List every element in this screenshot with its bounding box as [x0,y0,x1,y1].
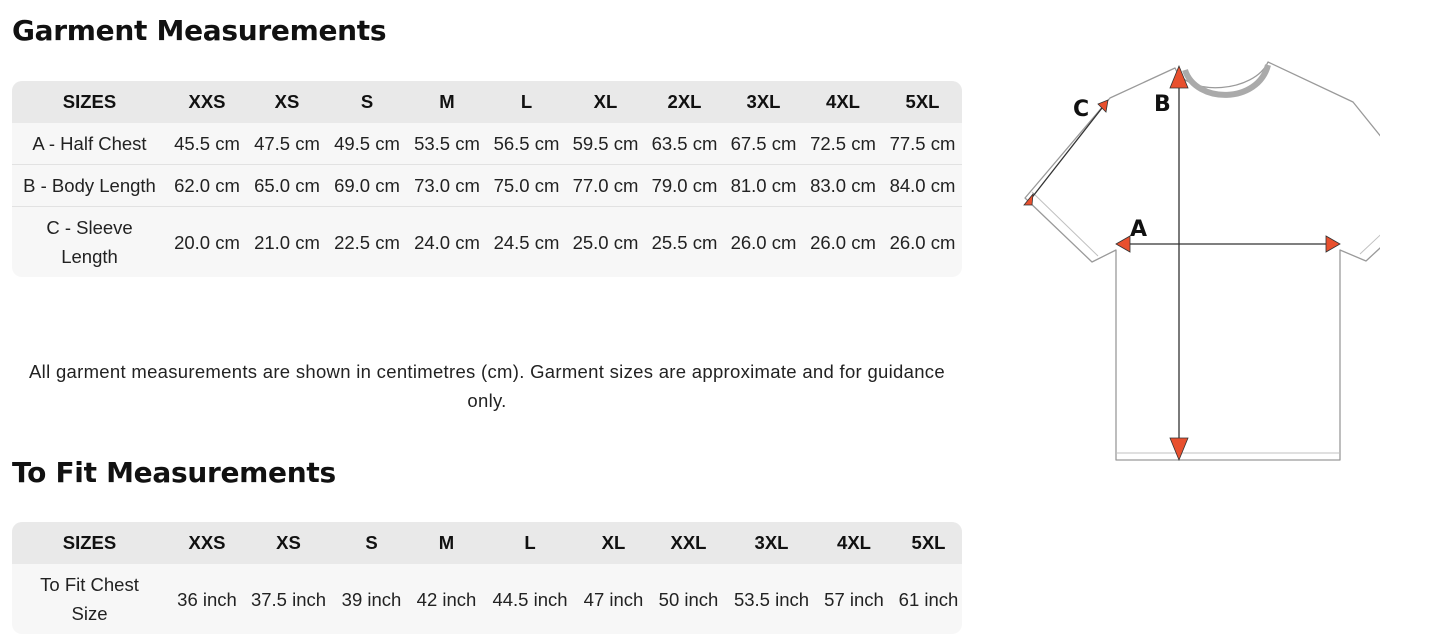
measurement-cell: 84.0 cm [883,164,962,206]
measurement-cell: 47 inch [583,588,644,610]
size-header: 4XL [803,81,883,123]
measurement-cell: 21.0 cm [247,206,327,277]
measurement-cell: 25.5 cm [645,206,724,277]
size-header: XL [566,81,645,123]
measurement-cell: 26.0 cm [883,206,962,277]
measurement-cell: 24.5 cm [487,206,566,277]
measurement-cell: 53.5 cm [414,133,480,154]
measurement-cell: 20.0 cm [167,206,247,277]
measurement-cell: 75.0 cm [487,164,566,206]
measurement-cell: 26.0 cm [803,206,883,277]
table-row: A - Half Chest 45.5 cm 47.5 cm 49.5 cm 53.5 … [12,123,962,164]
measurement-cell: 45.5 cm [174,133,240,154]
table-row: B - Body Length 62.0 cm 65.0 cm 69.0 cm 73.0… [12,164,962,206]
measurement-cell: 73.0 cm [407,164,487,206]
size-header: XXS [167,81,247,123]
size-header: M [407,81,487,123]
size-header: XXS [167,522,247,564]
size-header: 2XL [645,81,724,123]
size-header: XS [247,81,327,123]
row-label: A - Half Chest [32,133,147,154]
measurement-cell: 47.5 cm [254,133,320,154]
diagram-label-c: C [1073,97,1089,122]
measurement-cell: 39 inch [341,588,402,610]
measurement-cell: 24.0 cm [407,206,487,277]
table-row: To Fit Chest Size 36 inch 37.5 inch 39 inch… [12,564,962,634]
tshirt-measurement-diagram: C B A [1023,61,1380,462]
size-header: XL [580,522,647,564]
size-header: S [330,522,413,564]
measurement-cell: 83.0 cm [803,164,883,206]
measurement-cell: 53.5 inch [733,588,810,610]
size-header: 5XL [895,522,962,564]
measurement-cell: 59.5 cm [572,133,639,154]
table-row: C - Sleeve Length 20.0 cm 21.0 cm 22.5 cm 24… [12,206,962,277]
measurement-cell: 57 inch [824,588,884,610]
size-header: S [327,81,407,123]
measurement-cell: 72.5 cm [810,133,876,154]
measurement-cell: 50 inch [658,588,719,610]
size-header: M [413,522,480,564]
size-header: 3XL [724,81,803,123]
fit-header-row: SIZES XXS XS S M L XL XXL 3XL 4XL 5XL [12,522,962,564]
diagram-label-a: A [1130,217,1147,242]
measurement-cell: 61 inch [898,588,959,610]
to-fit-measurements-table: SIZES XXS XS S M L XL XXL 3XL 4XL 5XL To Fit Chest… [12,522,962,634]
measurement-cell: 25.0 cm [566,206,645,277]
row-label: B - Body Length [12,164,167,206]
measurement-cell: 36 inch [177,588,237,610]
size-header: 5XL [883,81,962,123]
size-header: 3XL [730,522,813,564]
measurement-cell: 69.0 cm [327,164,407,206]
measurement-cell: 81.0 cm [724,164,803,206]
measurement-cell: 62.0 cm [167,164,247,206]
measurement-cell: 65.0 cm [247,164,327,206]
size-header: XS [247,522,330,564]
measurement-cell: 63.5 cm [651,133,718,154]
measurement-cell: 26.0 cm [724,206,803,277]
row-label: C - Sleeve Length [12,206,167,277]
garment-measurements-title: Garment Measurements [12,14,387,47]
size-header: L [487,81,566,123]
sizes-header: SIZES [12,81,167,123]
measurement-cell: 37.5 inch [250,588,327,610]
size-header: 4XL [813,522,895,564]
measurement-cell: 67.5 cm [730,133,797,154]
measurement-cell: 22.5 cm [327,206,407,277]
measurement-cell: 56.5 cm [493,133,560,154]
to-fit-measurements-title: To Fit Measurements [12,456,336,489]
diagram-label-b: B [1154,92,1171,117]
garment-header-row: SIZES XXS XS S M L XL 2XL 3XL 4XL 5XL [12,81,962,123]
measurement-cell: 77.5 cm [889,133,956,154]
measurement-cell: 49.5 cm [334,133,400,154]
row-label: To Fit Chest Size [40,574,139,624]
sizes-header: SIZES [12,522,167,564]
measurement-cell: 79.0 cm [645,164,724,206]
garment-measurements-table: SIZES XXS XS S M L XL 2XL 3XL 4XL 5XL A - Half Che… [12,81,962,277]
size-header: L [480,522,580,564]
measurement-cell: 44.5 inch [492,588,568,610]
size-header: XXL [647,522,730,564]
measurement-cell: 77.0 cm [566,164,645,206]
measurement-note: All garment measurements are shown in ce… [29,361,945,411]
measurement-cell: 42 inch [416,588,477,610]
